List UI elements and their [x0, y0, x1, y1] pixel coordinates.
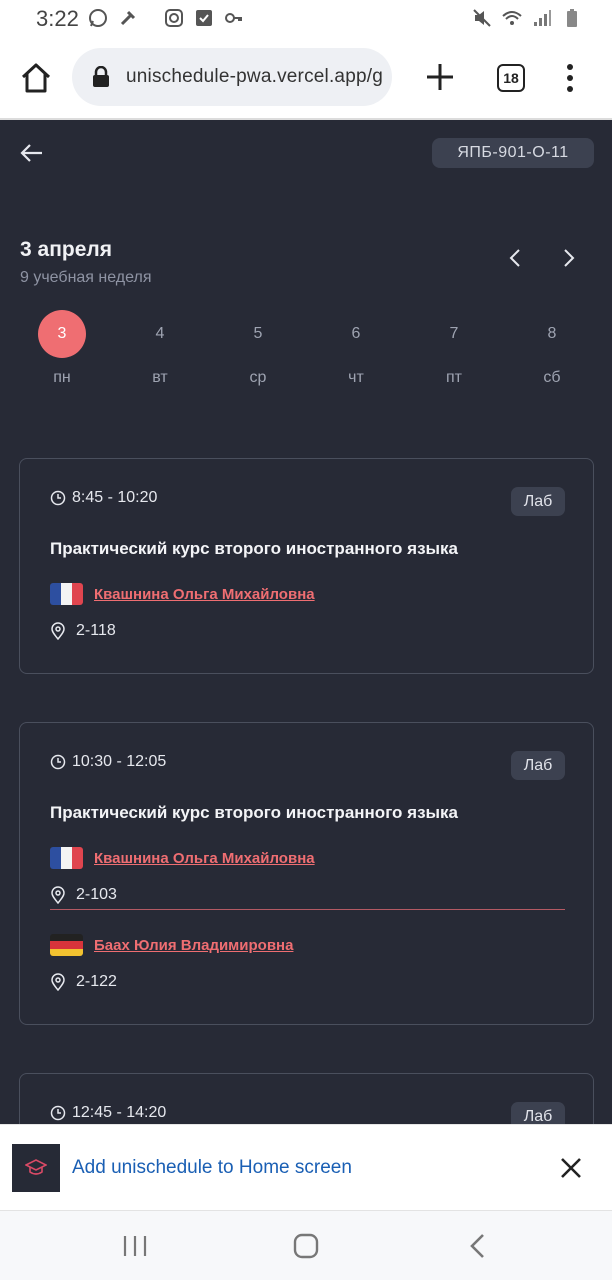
mute-icon	[473, 9, 491, 27]
graduation-cap-icon	[25, 1159, 47, 1175]
group-badge[interactable]: ЯПБ-901-О-11	[432, 138, 594, 168]
day-name: ср	[249, 369, 267, 386]
app-icon	[12, 1144, 60, 1192]
room-number: 2-118	[76, 622, 116, 639]
chevron-right-icon[interactable]	[556, 246, 580, 270]
add-to-home-text[interactable]: Add unischedule to Home screen	[72, 1157, 352, 1179]
url-text: unischedule-pwa.vercel.app/g	[126, 66, 383, 87]
signal-icon	[534, 10, 551, 26]
teacher-link[interactable]: Баах Юлия Владимировна	[94, 937, 293, 954]
day-number: 4	[155, 325, 165, 342]
germany-flag-icon	[50, 934, 83, 956]
address-bar[interactable]: unischedule-pwa.vercel.app/g	[72, 48, 392, 106]
day-number: 7	[449, 325, 459, 342]
teacher-row: Баах Юлия Владимировна	[50, 934, 293, 956]
lesson-subject: Практический курс второго иностранного я…	[50, 803, 459, 822]
system-nav-bar	[0, 1210, 612, 1280]
lesson-time-row: 8:45 - 10:20	[50, 489, 157, 507]
lock-icon	[93, 66, 109, 87]
room-row: 2-122	[50, 973, 117, 991]
lesson-time-row: 12:45 - 14:20	[50, 1104, 166, 1122]
browser-toolbar: unischedule-pwa.vercel.app/g 18	[0, 36, 612, 120]
home-icon[interactable]	[18, 60, 54, 96]
room-number: 2-103	[76, 886, 117, 903]
lesson-time-row: 10:30 - 12:05	[50, 753, 166, 771]
clock-icon	[50, 490, 66, 506]
lesson-type-badge: Лаб	[511, 487, 565, 516]
day-number: 8	[547, 325, 557, 342]
day-name: вт	[152, 369, 168, 386]
day-number: 6	[351, 325, 361, 342]
day-item[interactable]: 4 вт	[112, 310, 208, 400]
date-title: 3 апреля	[20, 238, 112, 261]
tabs-button[interactable]: 18	[497, 64, 525, 92]
day-name: пн	[53, 369, 71, 386]
lesson-card: 10:30 - 12:05 Лаб Практический курс втор…	[19, 722, 594, 1025]
teacher-divider	[50, 909, 565, 910]
location-pin-icon	[51, 886, 65, 904]
back-nav-icon[interactable]	[466, 1232, 488, 1260]
recent-apps-icon[interactable]	[122, 1234, 148, 1258]
clock-icon	[50, 1105, 66, 1121]
battery-icon	[567, 9, 577, 27]
day-name: пт	[446, 369, 462, 386]
day-item[interactable]: 8 сб	[504, 310, 600, 400]
close-icon[interactable]	[558, 1155, 584, 1181]
clock-icon	[50, 754, 66, 770]
teacher-link[interactable]: Квашнина Ольга Михайловна	[94, 850, 315, 867]
home-nav-icon[interactable]	[293, 1233, 319, 1259]
week-label: 9 учебная неделя	[20, 269, 152, 286]
lesson-time: 8:45 - 10:20	[72, 489, 158, 506]
teacher-row: Квашнина Ольга Михайловна	[50, 583, 315, 605]
lesson-subject: Практический курс второго иностранного я…	[50, 539, 459, 558]
schedule-app: ЯПБ-901-О-11 3 апреля 9 учебная неделя 3…	[0, 122, 612, 1124]
lesson-type-badge: Лаб	[511, 751, 565, 780]
checkbox-icon	[196, 10, 212, 26]
day-name: чт	[348, 369, 364, 386]
lesson-card: 12:45 - 14:20 Лаб	[19, 1073, 594, 1124]
day-item[interactable]: 7 пт	[406, 310, 502, 400]
lesson-time: 12:45 - 14:20	[72, 1104, 167, 1121]
day-number: 5	[253, 325, 263, 342]
day-item[interactable]: 6 чт	[308, 310, 404, 400]
more-vert-icon[interactable]	[560, 62, 580, 94]
day-number: 3	[38, 310, 86, 358]
day-name: сб	[543, 369, 561, 386]
room-row: 2-103	[50, 886, 117, 904]
france-flag-icon	[50, 583, 83, 605]
key-icon	[225, 13, 242, 23]
lesson-time: 10:30 - 12:05	[72, 753, 167, 770]
france-flag-icon	[50, 847, 83, 869]
room-row: 2-118	[50, 622, 116, 640]
status-bar: 3:22	[0, 0, 612, 36]
add-to-home-banner[interactable]: Add unischedule to Home screen	[0, 1124, 612, 1210]
day-selector: 3 пн 4 вт 5 ср 6 чт 7 пт 8 сб	[14, 310, 600, 400]
status-time: 3:22	[36, 6, 79, 31]
teacher-row: Квашнина Ольга Михайловна	[50, 847, 315, 869]
plus-icon[interactable]	[424, 61, 456, 93]
lesson-card: 8:45 - 10:20 Лаб Практический курс второ…	[19, 458, 594, 674]
notification-icons	[88, 8, 244, 28]
lesson-type-badge: Лаб	[511, 1102, 565, 1124]
whatsapp-icon	[89, 9, 107, 27]
tool-icon	[120, 10, 136, 26]
system-icons	[472, 8, 582, 28]
day-item[interactable]: 5 ср	[210, 310, 306, 400]
arrow-left-icon[interactable]	[18, 140, 44, 166]
location-pin-icon	[51, 973, 65, 991]
day-item[interactable]: 3 пн	[14, 310, 110, 400]
teacher-link[interactable]: Квашнина Ольга Михайловна	[94, 586, 315, 603]
instagram-icon	[165, 9, 183, 27]
wifi-icon	[502, 11, 522, 25]
room-number: 2-122	[76, 973, 117, 990]
location-pin-icon	[51, 622, 65, 640]
chevron-left-icon[interactable]	[504, 246, 528, 270]
